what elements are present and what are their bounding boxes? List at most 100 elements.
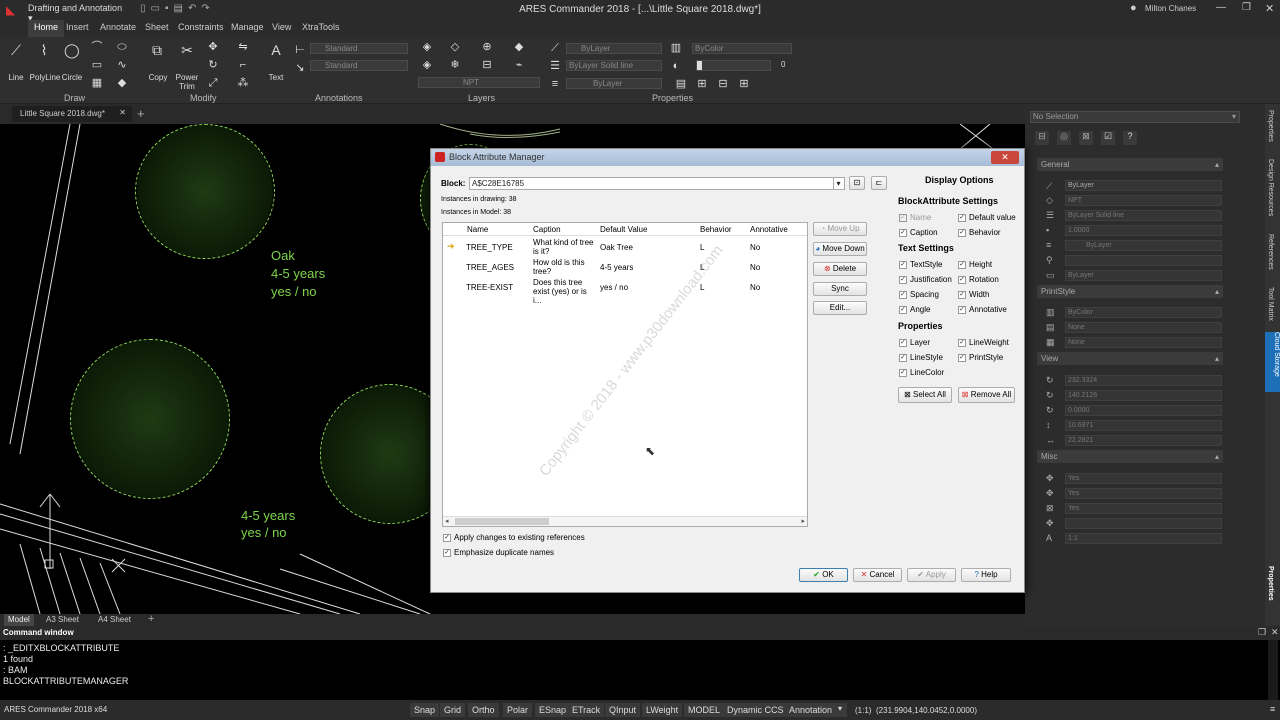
line-icon[interactable]: ⟋ xyxy=(9,43,23,57)
linestyle-checkbox[interactable]: ✓ xyxy=(899,354,907,362)
remove-all-button[interactable]: ⊠ Remove All xyxy=(958,387,1015,403)
add-layout-icon[interactable]: + xyxy=(148,613,154,625)
select-block-button[interactable]: ⊡ xyxy=(849,176,865,190)
add-tab-icon[interactable]: + xyxy=(137,106,145,121)
prop-center-z[interactable]: 0.0000 xyxy=(1065,405,1222,416)
lineweight-checkbox[interactable]: ✓ xyxy=(958,339,966,347)
transparency-icon[interactable]: ◐ xyxy=(669,60,683,72)
prop-linescale[interactable]: 1.0000 xyxy=(1065,225,1222,236)
prop-thickness[interactable]: ByLayer xyxy=(1065,270,1222,281)
printstyle-checkbox[interactable]: ✓ xyxy=(958,354,966,362)
col-default[interactable]: Default Value xyxy=(600,225,647,234)
scrollbar-thumb[interactable] xyxy=(455,518,549,525)
prop-width[interactable]: 22.2821 xyxy=(1065,435,1222,446)
table-row[interactable]: ➔ TREE_TYPE What kind of tree is it? Oak… xyxy=(443,237,807,257)
leader-icon[interactable]: ↘ xyxy=(293,62,307,74)
tab-xtratools[interactable]: XtraTools xyxy=(302,22,340,32)
height-checkbox[interactable]: ✓ xyxy=(958,261,966,269)
list-icon[interactable]: ▤ xyxy=(674,78,688,90)
match-properties-icon[interactable]: ⟋ xyxy=(548,42,562,54)
calc-icon[interactable]: ⊞ xyxy=(695,78,709,90)
rotate-icon[interactable]: ↻ xyxy=(206,59,220,71)
col-annotative[interactable]: Annotative xyxy=(750,225,788,234)
copy-icon[interactable]: ⧉ xyxy=(150,43,164,57)
lweight-toggle[interactable]: LWeight xyxy=(642,703,683,717)
layer-manager-icon[interactable]: ◈ xyxy=(420,41,434,53)
rotation-checkbox[interactable]: ✓ xyxy=(958,276,966,284)
undo-icon[interactable]: ↶ xyxy=(188,3,201,14)
section-general[interactable]: General ▴ xyxy=(1037,158,1223,171)
hatch-icon[interactable]: ▦ xyxy=(90,77,104,89)
printstyle-combo[interactable]: ByColor xyxy=(692,43,792,54)
chevron-down-icon[interactable]: ▾ xyxy=(838,704,842,713)
layer-state-icon[interactable]: ◇ xyxy=(448,41,462,53)
tab-sheet[interactable]: Sheet xyxy=(145,22,169,32)
prop-hyperlink[interactable] xyxy=(1065,255,1222,266)
quick-select-icon[interactable]: ⊟ xyxy=(1035,131,1049,145)
side-tab-design-resources[interactable]: Design Resources xyxy=(1267,159,1274,216)
circle-icon[interactable]: ◯ xyxy=(64,43,80,57)
apply-changes-checkbox[interactable]: ✓ xyxy=(443,534,451,542)
tree-symbol[interactable] xyxy=(70,339,230,499)
snap-toggle[interactable]: Snap xyxy=(410,703,440,717)
polar-toggle[interactable]: Polar xyxy=(503,703,533,717)
table-row[interactable]: TREE-EXIST Does this tree exist (yes) or… xyxy=(443,277,807,305)
circle-button[interactable]: Circle xyxy=(60,73,84,82)
open-icon[interactable]: ▭ xyxy=(151,3,165,14)
col-behavior[interactable]: Behavior xyxy=(700,225,732,234)
sync-button[interactable]: Sync xyxy=(813,282,867,296)
prop-printstyle-space[interactable]: None xyxy=(1065,337,1222,348)
tab-annotate[interactable]: Annotate xyxy=(100,22,136,32)
etrack-toggle[interactable]: ETrack xyxy=(568,703,605,717)
side-tab-cloud-storage[interactable]: Cloud Storage xyxy=(1265,332,1280,392)
linecolor-checkbox[interactable]: ✓ xyxy=(899,369,907,377)
color-combo[interactable]: ByLayer xyxy=(566,43,662,54)
workspace-dropdown[interactable]: Drafting and Annotation ▾ xyxy=(28,3,128,23)
esnap-toggle[interactable]: ESnap xyxy=(535,703,571,717)
printstyle-icon[interactable]: ▥ xyxy=(669,42,683,54)
text-style-combo[interactable]: Standard xyxy=(310,43,408,54)
region-icon[interactable]: ◆ xyxy=(115,77,129,89)
side-tab-properties-bottom[interactable]: Properties xyxy=(1267,566,1274,601)
array-icon[interactable]: ⁂ xyxy=(236,77,250,89)
dynamic-ccs-toggle[interactable]: Dynamic CCS xyxy=(723,703,788,717)
layer-checkbox[interactable]: ✓ xyxy=(899,339,907,347)
ortho-toggle[interactable]: Ortho xyxy=(468,703,499,717)
textstyle-checkbox[interactable]: ✓ xyxy=(899,261,907,269)
caption-checkbox[interactable]: ✓ xyxy=(899,229,907,237)
command-scrollbar[interactable] xyxy=(1268,640,1278,700)
select-objects-icon[interactable]: ◎ xyxy=(1057,131,1071,145)
col-caption[interactable]: Caption xyxy=(533,225,561,234)
prop-ucs-origin[interactable]: Yes xyxy=(1065,488,1222,499)
line-button[interactable]: Line xyxy=(4,73,28,82)
rectangle-icon[interactable]: ▭ xyxy=(90,59,104,71)
linetype-icon[interactable]: ☰ xyxy=(548,60,562,72)
prop-center-x[interactable]: 232.3324 xyxy=(1065,375,1222,386)
layout-tab-a3[interactable]: A3 Sheet xyxy=(46,615,79,624)
name-checkbox[interactable]: ✓ xyxy=(899,214,907,222)
section-printstyle[interactable]: PrintStyle ▴ xyxy=(1037,285,1223,298)
help-icon[interactable]: ? xyxy=(1123,131,1137,145)
angle-checkbox[interactable]: ✓ xyxy=(899,306,907,314)
redo-icon[interactable]: ↷ xyxy=(201,3,214,14)
model-toggle[interactable]: MODEL xyxy=(684,703,725,717)
prop-annotation-scale[interactable]: 1:1 xyxy=(1065,533,1222,544)
tab-view[interactable]: View xyxy=(272,22,291,32)
layer-match-icon[interactable]: ⌁ xyxy=(512,59,526,71)
power-trim-button[interactable]: Power Trim xyxy=(172,73,202,91)
linetype-combo[interactable]: ByLayer Solid line xyxy=(566,60,662,71)
prop-printstyle-table[interactable]: None xyxy=(1065,322,1222,333)
layer-walk-icon[interactable]: ◆ xyxy=(512,41,526,53)
minimize-icon[interactable]: — xyxy=(1216,2,1226,13)
document-tab[interactable]: Little Square 2018.dwg* ✕ xyxy=(12,106,132,122)
transparency-slider[interactable] xyxy=(696,60,771,71)
text-button[interactable]: Text xyxy=(264,73,288,82)
prop-ucs-viewport[interactable]: Yes xyxy=(1065,503,1222,514)
behavior-checkbox[interactable]: ✓ xyxy=(958,229,966,237)
copy-button[interactable]: Copy xyxy=(144,73,172,82)
scale-icon[interactable]: ⤢ xyxy=(206,77,220,89)
pick-block-button[interactable]: ⊏ xyxy=(871,176,887,190)
justification-checkbox[interactable]: ✓ xyxy=(899,276,907,284)
dialog-close-button[interactable]: ✕ xyxy=(991,151,1019,164)
prop-height[interactable]: 10.6971 xyxy=(1065,420,1222,431)
